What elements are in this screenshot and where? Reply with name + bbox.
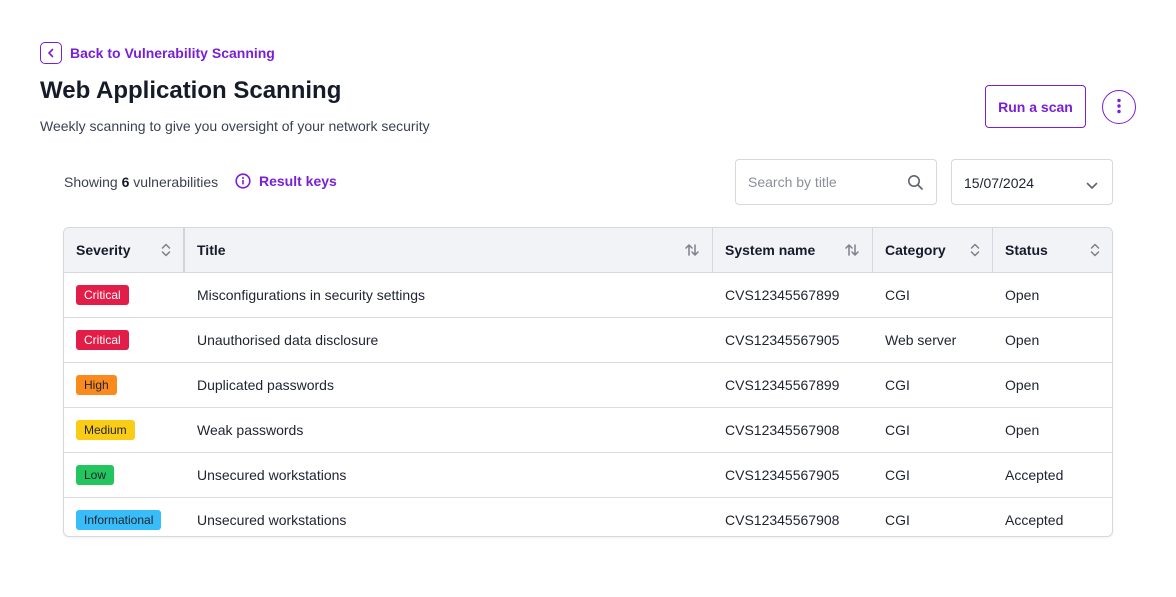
back-link[interactable]: Back to Vulnerability Scanning bbox=[40, 42, 275, 64]
date-select[interactable]: 15/07/2024 bbox=[951, 159, 1113, 205]
severity-badge: Informational bbox=[76, 510, 162, 530]
sort-icon[interactable] bbox=[970, 242, 980, 261]
row-category: CGI bbox=[885, 377, 910, 393]
column-header-label: Title bbox=[197, 242, 226, 258]
row-category: CGI bbox=[885, 422, 910, 438]
chevron-left-icon bbox=[40, 42, 62, 64]
result-keys-link[interactable]: Result keys bbox=[235, 173, 337, 189]
page-subtitle: Weekly scanning to give you oversight of… bbox=[40, 118, 430, 134]
row-status: Open bbox=[1005, 422, 1040, 438]
results-count: Showing 6 vulnerabilities bbox=[64, 174, 218, 190]
showing-suffix: vulnerabilities bbox=[133, 174, 219, 190]
search-field[interactable] bbox=[735, 159, 937, 205]
page: Back to Vulnerability Scanning Web Appli… bbox=[0, 0, 1176, 597]
row-system-name: CVS12345567908 bbox=[725, 512, 840, 528]
severity-badge: Critical bbox=[76, 285, 129, 305]
severity-badge: Medium bbox=[76, 420, 135, 440]
table-row[interactable]: Critical Unauthorised data disclosure CV… bbox=[64, 318, 1112, 363]
row-status: Accepted bbox=[1005, 467, 1064, 483]
chevron-down-icon bbox=[1086, 177, 1098, 195]
table-row[interactable]: High Duplicated passwords CVS12345567899… bbox=[64, 363, 1112, 408]
row-status: Open bbox=[1005, 287, 1040, 303]
row-system-name: CVS12345567908 bbox=[725, 422, 840, 438]
sort-arrows-icon[interactable] bbox=[844, 242, 860, 261]
sort-arrows-icon[interactable] bbox=[684, 242, 700, 261]
row-category: CGI bbox=[885, 512, 910, 528]
row-category: CGI bbox=[885, 287, 910, 303]
row-category: Web server bbox=[885, 332, 957, 348]
more-options-button[interactable] bbox=[1102, 90, 1136, 124]
row-system-name: CVS12345567899 bbox=[725, 287, 840, 303]
back-link-label: Back to Vulnerability Scanning bbox=[70, 45, 275, 61]
table-row[interactable]: Low Unsecured workstations CVS1234556790… bbox=[64, 453, 1112, 498]
row-title: Duplicated passwords bbox=[197, 377, 334, 393]
row-system-name: CVS12345567899 bbox=[725, 377, 840, 393]
column-header-system-name[interactable]: System name bbox=[713, 228, 873, 272]
column-header-title[interactable]: Title bbox=[185, 228, 713, 272]
column-header-label: System name bbox=[725, 242, 816, 258]
column-header-status[interactable]: Status bbox=[993, 228, 1112, 272]
search-icon[interactable] bbox=[907, 174, 924, 196]
info-icon bbox=[235, 173, 251, 189]
row-title: Weak passwords bbox=[197, 422, 304, 438]
table-row[interactable]: Critical Misconfigurations in security s… bbox=[64, 273, 1112, 318]
sort-icon[interactable] bbox=[1090, 242, 1100, 261]
vulnerabilities-table: Severity Title System name Category Stat… bbox=[63, 227, 1113, 537]
row-status: Accepted bbox=[1005, 512, 1064, 528]
table-row[interactable]: Medium Weak passwords CVS12345567908 CGI… bbox=[64, 408, 1112, 453]
table-row[interactable]: Informational Unsecured workstations CVS… bbox=[64, 498, 1112, 536]
sort-icon[interactable] bbox=[161, 242, 171, 261]
severity-badge: Critical bbox=[76, 330, 129, 350]
row-system-name: CVS12345567905 bbox=[725, 467, 840, 483]
page-title: Web Application Scanning bbox=[40, 77, 342, 104]
column-header-label: Severity bbox=[76, 242, 131, 258]
row-title: Unauthorised data disclosure bbox=[197, 332, 379, 348]
row-status: Open bbox=[1005, 332, 1040, 348]
result-keys-label: Result keys bbox=[259, 173, 337, 189]
search-input[interactable] bbox=[748, 160, 898, 204]
column-header-label: Status bbox=[1005, 242, 1048, 258]
column-header-label: Category bbox=[885, 242, 946, 258]
more-vertical-icon bbox=[1117, 98, 1121, 117]
row-title: Unsecured workstations bbox=[197, 467, 347, 483]
row-system-name: CVS12345567905 bbox=[725, 332, 840, 348]
row-title: Misconfigurations in security settings bbox=[197, 287, 425, 303]
showing-prefix: Showing bbox=[64, 174, 118, 190]
severity-badge: Low bbox=[76, 465, 115, 485]
row-status: Open bbox=[1005, 377, 1040, 393]
date-value: 15/07/2024 bbox=[964, 175, 1035, 191]
column-header-category[interactable]: Category bbox=[873, 228, 993, 272]
vulnerability-count: 6 bbox=[121, 174, 130, 190]
row-category: CGI bbox=[885, 467, 910, 483]
row-title: Unsecured workstations bbox=[197, 512, 347, 528]
severity-badge: High bbox=[76, 375, 117, 395]
run-scan-button[interactable]: Run a scan bbox=[985, 85, 1086, 128]
column-header-severity[interactable]: Severity bbox=[64, 228, 185, 272]
table-header: Severity Title System name Category Stat… bbox=[64, 228, 1112, 273]
